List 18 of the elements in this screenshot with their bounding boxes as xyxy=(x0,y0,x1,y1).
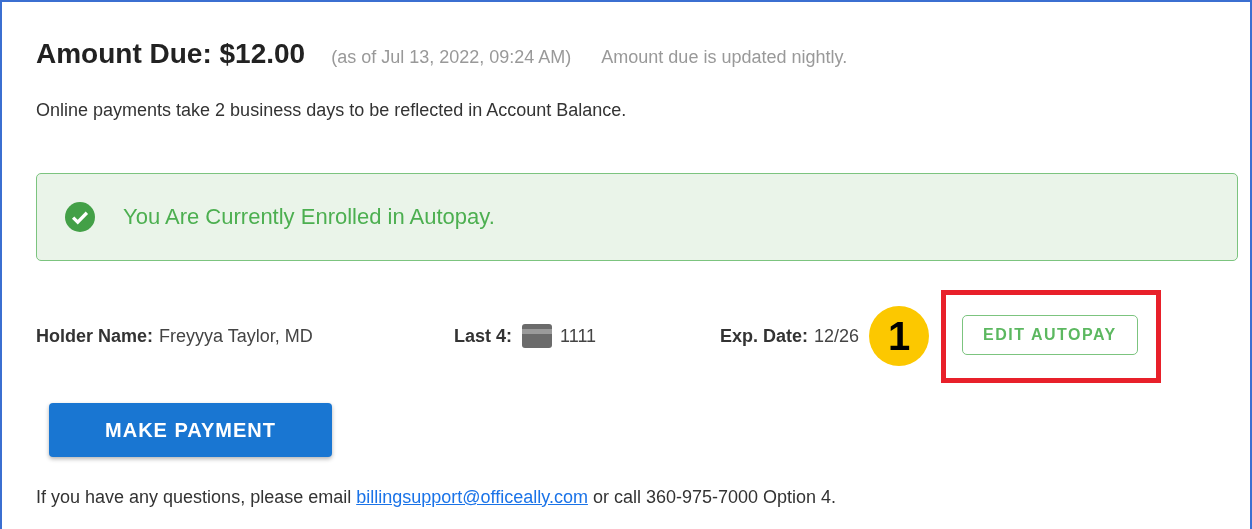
info-text: Online payments take 2 business days to be reflected in Account Balance. xyxy=(36,100,628,121)
field-label: Last 4: xyxy=(454,325,513,347)
edit-autopay-button[interactable]: EDIT AUTOPAY xyxy=(962,314,1138,355)
make-payment-button[interactable]: MAKE PAYMENT xyxy=(49,403,332,457)
as-of-date: (as of Jul 13, 2022, 09:24 AM) xyxy=(331,47,572,68)
help-text: If you have any questions, please email billingsupport@officeally.com or call 360-975-7000 Option 4. xyxy=(36,487,838,508)
alert-message: You Are Currently Enrolled in Autopay. xyxy=(123,204,495,230)
field-label: Holder Name: xyxy=(36,325,154,347)
email-link[interactable]: billingsupport@officeally.com xyxy=(356,487,588,507)
amount-due-title: Amount Due: $12.00 xyxy=(36,38,306,70)
field-value: 1111 xyxy=(560,325,597,347)
callout-number: 1 xyxy=(869,306,930,366)
check-circle-icon xyxy=(65,202,95,232)
field-label: Exp. Date: xyxy=(720,325,809,347)
update-note: Amount due is updated nightly. xyxy=(601,47,848,68)
field-value: Freyyya Taylor, MD xyxy=(159,325,313,347)
field-value: 12/26 xyxy=(814,325,860,347)
credit-card-icon xyxy=(522,324,553,348)
